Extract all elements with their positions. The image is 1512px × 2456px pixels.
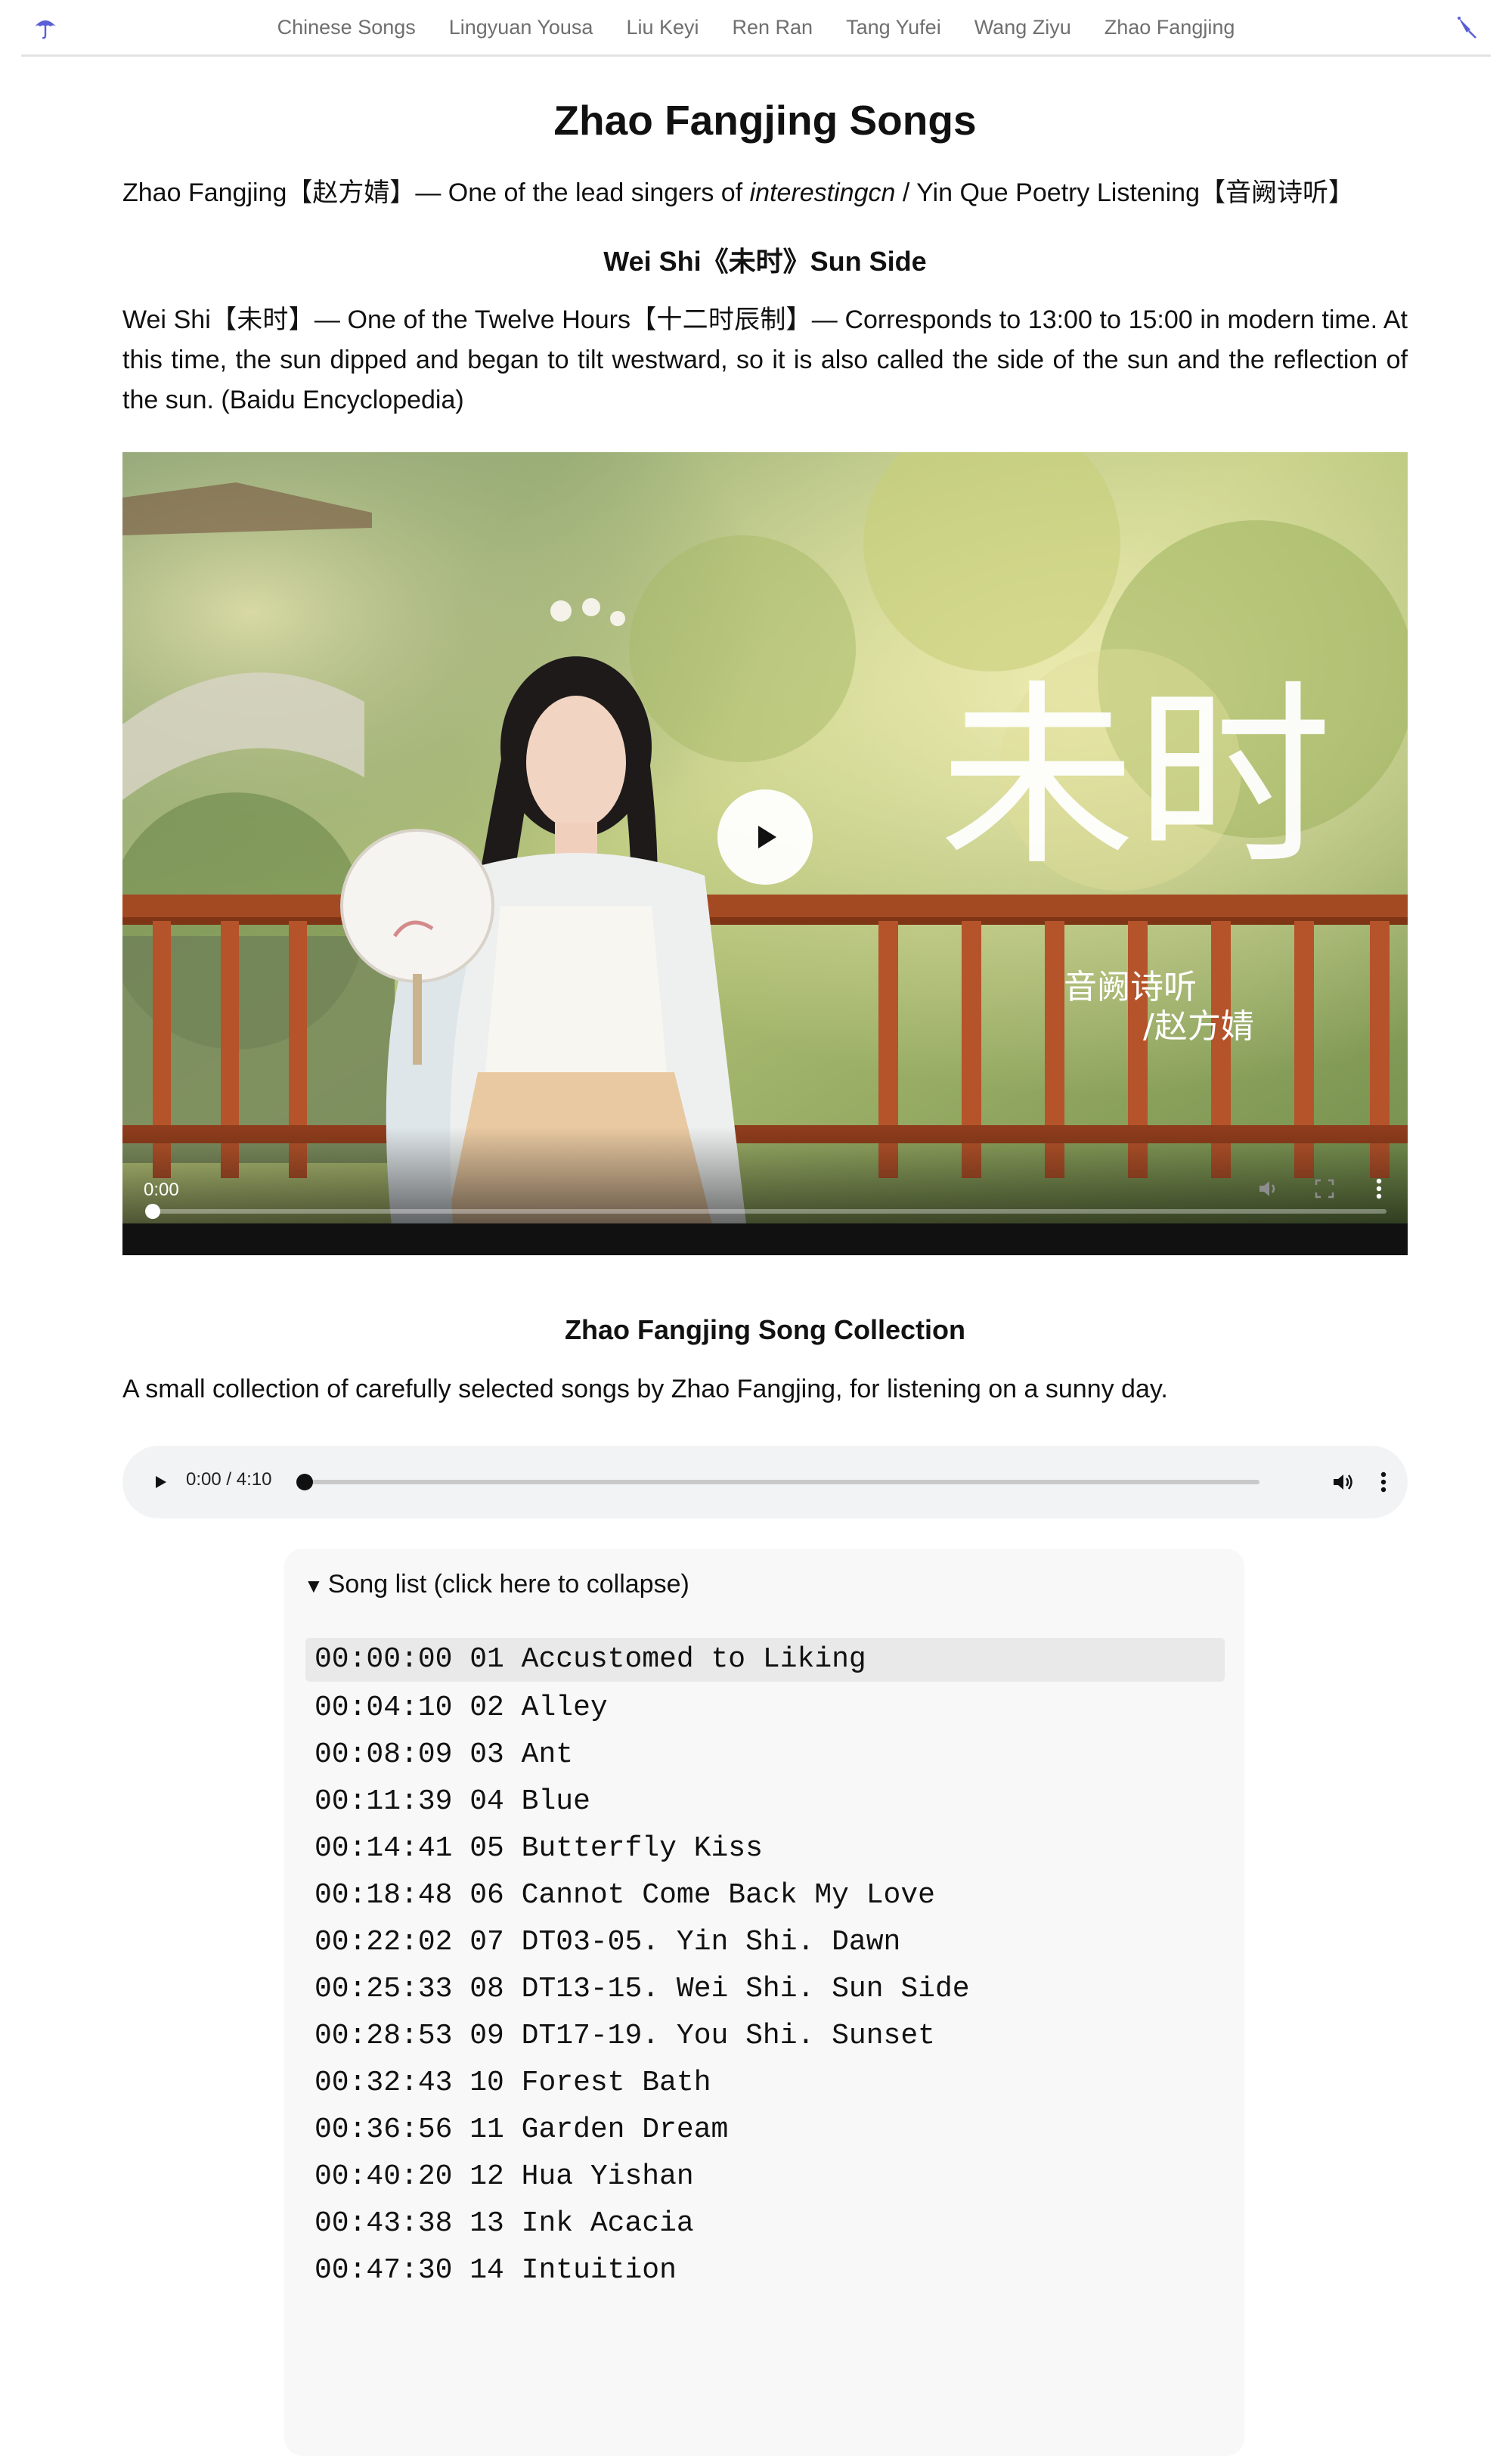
song-title: 12 Hua Yishan xyxy=(469,2160,694,2193)
fullscreen-icon[interactable] xyxy=(1309,1174,1340,1204)
nav-link-wang-ziyu[interactable]: Wang Ziyu xyxy=(974,16,1071,39)
video-player[interactable]: 未时 音阙诗听 /赵方婧 0:00 xyxy=(122,452,1408,1256)
nav-links: Chinese Songs Lingyuan Yousa Liu Keyi Re… xyxy=(277,16,1235,39)
weishi-description: Wei Shi【未时】— One of the Twelve Hours【十二时… xyxy=(122,305,1408,415)
closed-umbrella-icon[interactable] xyxy=(1452,12,1482,42)
audio-volume-icon[interactable] xyxy=(1328,1467,1358,1497)
audio-progress-bar[interactable] xyxy=(301,1479,1259,1484)
song-time: 00:28:53 xyxy=(314,2019,453,2052)
song-row[interactable]: 00:40:20 12 Hua Yishan xyxy=(305,2154,1225,2200)
song-title: 01 Accustomed to Liking xyxy=(469,1642,866,1676)
song-title: 09 DT17-19. You Shi. Sunset xyxy=(469,2019,935,2052)
song-row[interactable]: 00:14:41 05 Butterfly Kiss xyxy=(305,1825,1225,1872)
song-time: 00:08:09 xyxy=(314,1738,453,1771)
song-row[interactable]: 00:22:02 07 DT03-05. Yin Shi. Dawn xyxy=(305,1919,1225,1966)
nav-link-tang-yufei[interactable]: Tang Yufei xyxy=(846,16,941,39)
video-time: 0:00 xyxy=(144,1180,179,1201)
play-icon xyxy=(156,1475,166,1488)
song-title: 08 DT13-15. Wei Shi. Sun Side xyxy=(469,1972,970,2005)
top-navigation: Chinese Songs Lingyuan Yousa Liu Keyi Re… xyxy=(21,0,1491,57)
song-row[interactable]: 00:32:43 10 Forest Bath xyxy=(305,2060,1225,2107)
song-title: 14 Intuition xyxy=(469,2253,677,2287)
song-time: 00:14:41 xyxy=(314,1831,453,1865)
video-bottom-bar xyxy=(122,1223,1408,1256)
song-time: 00:00:00 xyxy=(314,1642,453,1676)
song-title: 06 Cannot Come Back My Love xyxy=(469,1878,935,1912)
song-row[interactable]: 00:36:56 11 Garden Dream xyxy=(305,2107,1225,2154)
collection-heading: Zhao Fangjing Song Collection xyxy=(565,1314,965,1346)
audio-progress-thumb[interactable] xyxy=(296,1473,313,1490)
song-title: 05 Butterfly Kiss xyxy=(469,1831,763,1865)
song-time: 00:18:48 xyxy=(314,1878,453,1912)
song-time: 00:04:10 xyxy=(314,1691,453,1724)
song-time: 00:25:33 xyxy=(314,1972,453,2005)
song-title: 04 Blue xyxy=(469,1785,590,1818)
video-progress-bar[interactable] xyxy=(151,1209,1387,1214)
song-time: 00:22:02 xyxy=(314,1925,453,1958)
umbrella-icon[interactable] xyxy=(30,12,60,42)
nav-link-chinese-songs[interactable]: Chinese Songs xyxy=(277,16,416,39)
video-calligraphy: 未时 xyxy=(939,664,1332,892)
song-time: 00:40:20 xyxy=(314,2160,453,2193)
song-title: 10 Forest Bath xyxy=(469,2066,711,2099)
video-more-options-icon[interactable] xyxy=(1364,1174,1394,1204)
song-row[interactable]: 00:08:09 03 Ant xyxy=(305,1732,1225,1778)
audio-more-options-icon[interactable] xyxy=(1368,1467,1399,1497)
song-row[interactable]: 00:28:53 09 DT17-19. You Shi. Sunset xyxy=(305,2013,1225,2060)
nav-link-lingyuan-yousa[interactable]: Lingyuan Yousa xyxy=(449,16,593,39)
song-time: 00:32:43 xyxy=(314,2066,453,2099)
weishi-heading: Wei Shi《未时》Sun Side xyxy=(603,246,927,277)
song-title: 11 Garden Dream xyxy=(469,2113,729,2146)
nav-link-ren-ran[interactable]: Ren Ran xyxy=(733,16,813,39)
song-row[interactable]: 00:11:39 04 Blue xyxy=(305,1778,1225,1825)
intro-emphasis: interestingcn xyxy=(749,178,896,207)
video-play-button[interactable] xyxy=(717,789,813,885)
page-title: Zhao Fangjing Songs xyxy=(553,97,977,144)
video-caption-line2: /赵方婧 xyxy=(1143,1007,1254,1046)
audio-time: 0:00 / 4:10 xyxy=(186,1468,272,1490)
song-row[interactable]: 00:25:33 08 DT13-15. Wei Shi. Sun Side xyxy=(305,1966,1225,2013)
intro-text: Zhao Fangjing【赵方婧】— One of the lead sing… xyxy=(122,174,1408,212)
song-row[interactable]: 00:47:30 14 Intuition xyxy=(305,2247,1225,2294)
song-list-toggle[interactable]: ▼ Song list (click here to collapse) xyxy=(304,1570,689,1599)
play-icon xyxy=(758,826,776,849)
song-title: 03 Ant xyxy=(469,1738,574,1771)
audio-play-button[interactable] xyxy=(145,1467,175,1497)
song-list-panel: ▼ Song list (click here to collapse) 00:0… xyxy=(284,1548,1244,2456)
song-title: 02 Alley xyxy=(469,1691,608,1724)
song-list: 00:00:00 01 Accustomed to Liking 00:04:1… xyxy=(305,1637,1225,2294)
audio-player[interactable]: 0:00 / 4:10 xyxy=(122,1445,1408,1518)
song-time: 00:47:30 xyxy=(314,2253,453,2287)
song-row[interactable]: 00:43:38 13 Ink Acacia xyxy=(305,2200,1225,2247)
song-row[interactable]: 00:00:00 01 Accustomed to Liking xyxy=(305,1637,1225,1682)
nav-link-zhao-fangjing[interactable]: Zhao Fangjing xyxy=(1105,16,1235,39)
nav-link-liu-keyi[interactable]: Liu Keyi xyxy=(626,16,699,39)
song-row[interactable]: 00:18:48 06 Cannot Come Back My Love xyxy=(305,1872,1225,1919)
intro-suffix: / Yin Que Poetry Listening【音阙诗听】 xyxy=(895,178,1354,207)
song-title: 07 DT03-05. Yin Shi. Dawn xyxy=(469,1925,901,1958)
song-time: 00:36:56 xyxy=(314,2113,453,2146)
collection-description: A small collection of carefully selected… xyxy=(122,1374,1168,1403)
video-caption-line1: 音阙诗听 xyxy=(1064,968,1197,1006)
song-time: 00:11:39 xyxy=(314,1785,453,1818)
song-list-summary-label: Song list (click here to collapse) xyxy=(327,1569,689,1599)
volume-icon[interactable] xyxy=(1253,1174,1284,1204)
main-content: Zhao Fangjing Songs Zhao Fangjing【赵方婧】— … xyxy=(122,54,1408,2456)
song-row[interactable]: 00:04:10 02 Alley xyxy=(305,1685,1225,1732)
intro-prefix: Zhao Fangjing【赵方婧】— One of the lead sing… xyxy=(122,178,750,207)
song-title: 13 Ink Acacia xyxy=(469,2206,694,2240)
caret-down-icon: ▼ xyxy=(304,1574,324,1597)
song-time: 00:43:38 xyxy=(314,2206,453,2240)
